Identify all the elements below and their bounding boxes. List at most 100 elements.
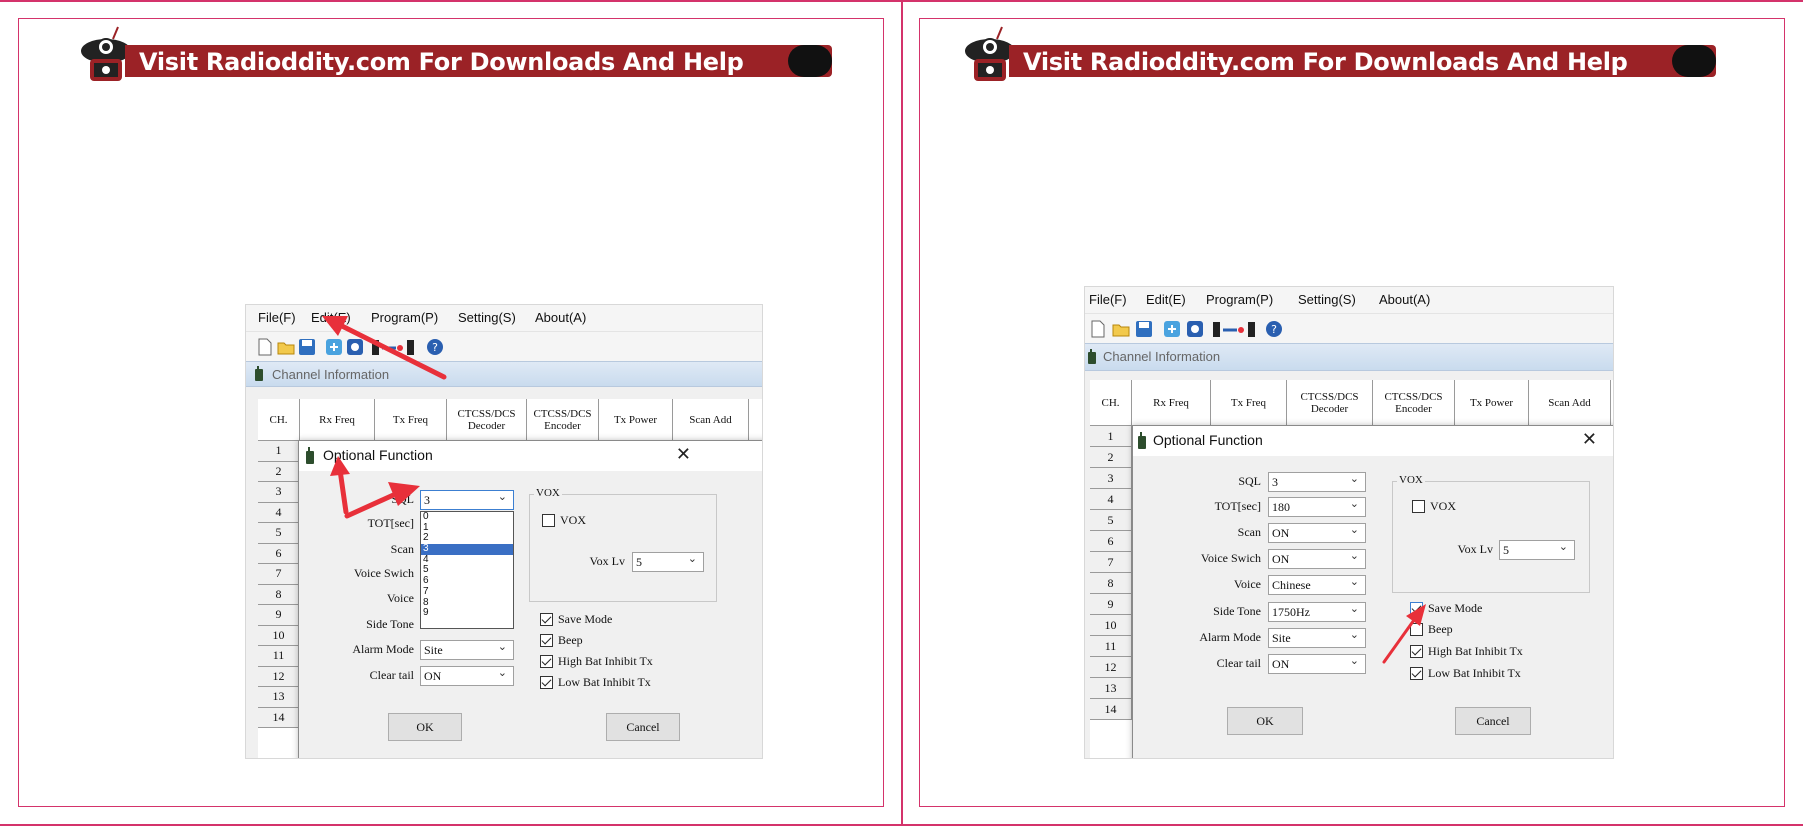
channel-row-number[interactable]: 4 xyxy=(1090,489,1132,510)
channel-row-number[interactable]: 10 xyxy=(258,625,300,646)
channel-row-number[interactable]: 11 xyxy=(1090,636,1132,657)
channel-row-number[interactable]: 4 xyxy=(258,502,300,523)
banner-page-pill xyxy=(1672,45,1716,77)
col-header-decoder[interactable]: CTCSS/DCS Decoder xyxy=(447,399,527,441)
clear-tail-select[interactable]: ON ⌄ xyxy=(420,666,514,686)
sql-select[interactable]: 3 ⌄ xyxy=(420,490,514,510)
sql-option[interactable]: 2 xyxy=(421,533,513,544)
clear-tail-label: Clear tail xyxy=(369,668,414,682)
menu-about[interactable]: About(A) xyxy=(535,310,586,325)
read-radio-icon[interactable] xyxy=(1163,320,1181,338)
open-folder-icon[interactable] xyxy=(277,338,295,356)
sql-option[interactable]: 1 xyxy=(421,522,513,534)
channel-row-number[interactable]: 12 xyxy=(1090,657,1132,678)
channel-row-number[interactable]: 8 xyxy=(258,584,300,605)
menu-edit[interactable]: Edit(E) xyxy=(1146,292,1186,307)
high-bat-inhibit-checkbox[interactable]: High Bat Inhibit Tx xyxy=(540,654,653,669)
sql-option[interactable]: 9 xyxy=(421,608,513,619)
sql-option[interactable]: 3 xyxy=(421,544,513,555)
menu-program[interactable]: Program(P) xyxy=(1206,292,1273,307)
low-bat-inhibit-checkbox[interactable]: Low Bat Inhibit Tx xyxy=(1410,666,1521,681)
channel-row-number[interactable]: 6 xyxy=(258,543,300,564)
tot-select[interactable]: 180 ⌄ xyxy=(1268,497,1366,517)
channel-row-number[interactable]: 2 xyxy=(258,461,300,482)
menu-setting[interactable]: Setting(S) xyxy=(458,310,516,325)
vox-checkbox[interactable]: VOX xyxy=(1412,499,1456,514)
channel-row-number[interactable]: 9 xyxy=(258,605,300,626)
sql-option[interactable]: 6 xyxy=(421,576,513,587)
channel-row-number[interactable]: 14 xyxy=(1090,699,1132,720)
sql-option[interactable]: 8 xyxy=(421,597,513,609)
channel-row-number[interactable]: 3 xyxy=(258,482,300,503)
col-header-ch[interactable]: CH. xyxy=(258,399,300,441)
cancel-button[interactable]: Cancel xyxy=(1455,707,1531,735)
channel-row-number[interactable]: 1 xyxy=(258,441,300,462)
sql-select[interactable]: 3 ⌄ xyxy=(1268,472,1366,492)
channel-row-number[interactable]: 14 xyxy=(258,707,300,728)
sql-dropdown-list[interactable]: 0123456789 xyxy=(420,511,514,629)
channel-row-number[interactable]: 5 xyxy=(258,523,300,544)
save-mode-checkbox[interactable]: Save Mode xyxy=(540,612,612,627)
col-header-tx-power[interactable]: Tx Power xyxy=(599,399,673,441)
channel-row-number[interactable]: 9 xyxy=(1090,594,1132,615)
menu-about[interactable]: About(A) xyxy=(1379,292,1430,307)
channel-row-number[interactable]: 2 xyxy=(1090,447,1132,468)
col-header-tx-power[interactable]: Tx Power xyxy=(1455,380,1529,426)
alarm-mode-select[interactable]: Site ⌄ xyxy=(1268,628,1366,648)
alarm-mode-select[interactable]: Site ⌄ xyxy=(420,640,514,660)
channel-row-number[interactable]: 10 xyxy=(1090,615,1132,636)
sql-option[interactable]: 5 xyxy=(421,565,513,576)
close-icon[interactable]: ✕ xyxy=(676,444,691,465)
channel-row-number[interactable]: 7 xyxy=(1090,552,1132,573)
channel-row-number[interactable]: 5 xyxy=(1090,510,1132,531)
channel-row-number[interactable]: 1 xyxy=(1090,426,1132,447)
ok-button[interactable]: OK xyxy=(388,713,462,741)
channel-row-number[interactable]: 12 xyxy=(258,666,300,687)
channel-row-number[interactable]: 13 xyxy=(258,687,300,708)
menu-file[interactable]: File(F) xyxy=(1089,292,1127,307)
sql-option[interactable]: 4 xyxy=(421,554,513,566)
vox-checkbox[interactable]: VOX xyxy=(542,513,586,528)
new-file-icon[interactable] xyxy=(256,338,274,356)
menu-file[interactable]: File(F) xyxy=(258,310,296,325)
channel-row-number[interactable]: 7 xyxy=(258,564,300,585)
scan-select[interactable]: ON ⌄ xyxy=(1268,523,1366,543)
col-header-scan-add[interactable]: Scan Add xyxy=(673,399,749,441)
new-file-icon[interactable] xyxy=(1089,320,1107,338)
col-header-encoder[interactable]: CTCSS/DCS Encoder xyxy=(527,399,599,441)
vox-level-select[interactable]: 5 ⌄ xyxy=(632,552,704,572)
channel-row-number[interactable]: 6 xyxy=(1090,531,1132,552)
col-header-ch[interactable]: CH. xyxy=(1090,380,1132,426)
radio-transfer-icon[interactable] xyxy=(1211,320,1259,338)
channel-row-number[interactable]: 13 xyxy=(1090,678,1132,699)
ok-button[interactable]: OK xyxy=(1227,707,1303,735)
cancel-button[interactable]: Cancel xyxy=(606,713,680,741)
clear-tail-select[interactable]: ON ⌄ xyxy=(1268,654,1366,674)
channel-row-number[interactable]: 8 xyxy=(1090,573,1132,594)
sql-option[interactable]: 0 xyxy=(421,512,513,523)
close-icon[interactable]: ✕ xyxy=(1582,429,1597,450)
voice-select[interactable]: Chinese ⌄ xyxy=(1268,575,1366,595)
voice-switch-select[interactable]: ON ⌄ xyxy=(1268,549,1366,569)
write-radio-icon[interactable] xyxy=(1186,320,1204,338)
vox-level-select[interactable]: 5 ⌄ xyxy=(1499,540,1575,560)
col-header-scan-add[interactable]: Scan Add xyxy=(1529,380,1611,426)
beep-checkbox[interactable]: Beep xyxy=(540,633,583,648)
col-header-encoder[interactable]: CTCSS/DCS Encoder xyxy=(1373,380,1455,426)
channel-row-number[interactable]: 3 xyxy=(1090,468,1132,489)
chevron-down-icon: ⌄ xyxy=(1349,602,1359,615)
save-disk-icon[interactable] xyxy=(298,338,316,356)
col-header-decoder[interactable]: CTCSS/DCS Decoder xyxy=(1287,380,1373,426)
channel-row-number[interactable]: 11 xyxy=(258,646,300,667)
col-header-tx-freq[interactable]: Tx Freq xyxy=(1211,380,1287,426)
open-folder-icon[interactable] xyxy=(1112,320,1130,338)
col-header-rx-freq[interactable]: Rx Freq xyxy=(300,399,375,441)
help-icon[interactable]: ? xyxy=(1265,320,1283,338)
side-tone-select[interactable]: 1750Hz ⌄ xyxy=(1268,602,1366,622)
sql-option[interactable]: 7 xyxy=(421,586,513,598)
col-header-rx-freq[interactable]: Rx Freq xyxy=(1132,380,1211,426)
menu-setting[interactable]: Setting(S) xyxy=(1298,292,1356,307)
save-disk-icon[interactable] xyxy=(1135,320,1153,338)
low-bat-inhibit-checkbox[interactable]: Low Bat Inhibit Tx xyxy=(540,675,651,690)
col-header-tx-freq[interactable]: Tx Freq xyxy=(375,399,447,441)
